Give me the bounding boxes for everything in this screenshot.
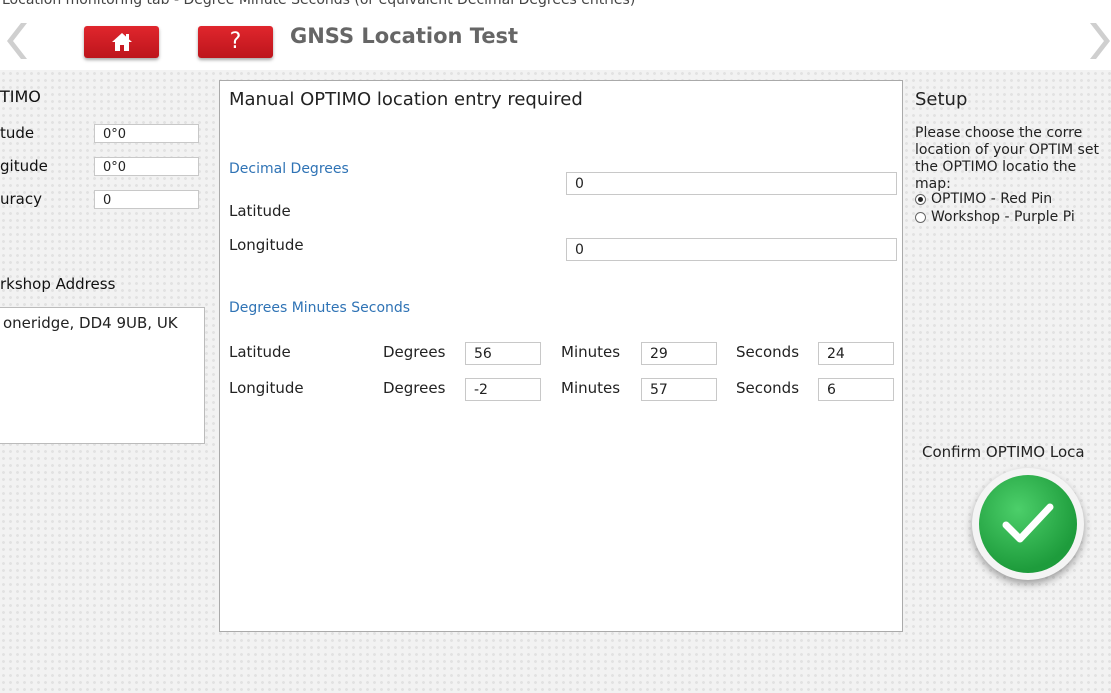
back-button[interactable]	[2, 18, 30, 64]
home-button[interactable]	[84, 26, 159, 58]
workshop-address-heading: rkshop Address	[0, 275, 116, 293]
header-bar	[0, 14, 1111, 70]
help-button[interactable]: ?	[198, 26, 273, 58]
option-optimo-label: OPTIMO - Red Pin	[931, 191, 1053, 207]
decimal-longitude-label: Longitude	[229, 236, 304, 254]
longitude-field: 0°0	[94, 157, 199, 176]
option-optimo-red-pin[interactable]: OPTIMO - Red Pin	[915, 191, 1052, 207]
dms-longitude-seconds-input[interactable]: 6	[818, 378, 894, 401]
confirm-button-face	[979, 475, 1077, 573]
dms-latitude-label: Latitude	[229, 343, 291, 361]
decimal-latitude-label: Latitude	[229, 202, 291, 220]
accuracy-label: uracy	[0, 190, 42, 208]
chevron-left-icon	[7, 23, 27, 59]
dms-longitude-minutes-input[interactable]: 57	[641, 378, 717, 401]
dms-latitude-degrees-input[interactable]: 56	[465, 342, 541, 365]
checkmark-icon	[1002, 503, 1054, 543]
help-button-label: ?	[229, 29, 242, 54]
dms-longitude-seconds-label: Seconds	[736, 379, 800, 397]
dms-latitude-minutes-input[interactable]: 29	[641, 342, 717, 365]
home-icon	[111, 33, 132, 51]
dms-latitude-degrees-label: Degrees	[383, 343, 446, 361]
workshop-address-text: oneridge, DD4 9UB, UK	[3, 314, 178, 332]
option-workshop-purple-pin[interactable]: Workshop - Purple Pi	[915, 209, 1075, 225]
chevron-right-icon	[1090, 23, 1110, 59]
left-panel-heading: TIMO	[0, 87, 41, 106]
latitude-label: tude	[0, 124, 35, 142]
dms-longitude-label: Longitude	[229, 379, 304, 397]
forward-button[interactable]	[1087, 18, 1111, 64]
accuracy-field: 0	[94, 190, 199, 209]
setup-heading: Setup	[915, 89, 968, 110]
latitude-field: 0°0	[94, 124, 199, 143]
radio-selected-icon[interactable]	[915, 193, 926, 205]
manual-entry-heading: Manual OPTIMO location entry required	[229, 89, 583, 110]
workshop-address-box: oneridge, DD4 9UB, UK	[0, 307, 205, 444]
dms-latitude-seconds-input[interactable]: 24	[818, 342, 894, 365]
dms-latitude-seconds-label: Seconds	[736, 343, 800, 361]
top-caption: Location monitoring tab - Degree Minute …	[2, 0, 636, 8]
longitude-label: gitude	[0, 157, 48, 175]
decimal-latitude-input[interactable]: 0	[566, 172, 897, 195]
page-title: GNSS Location Test	[290, 24, 519, 48]
decimal-degrees-title: Decimal Degrees	[229, 161, 349, 177]
dms-longitude-degrees-input[interactable]: -2	[465, 378, 541, 401]
confirm-location-label: Confirm OPTIMO Loca	[922, 443, 1085, 461]
setup-instructions: Please choose the corre location of your…	[915, 125, 1099, 192]
dms-longitude-minutes-label: Minutes	[561, 379, 621, 397]
option-workshop-label: Workshop - Purple Pi	[931, 209, 1075, 225]
top-caption-strip: Location monitoring tab - Degree Minute …	[0, 0, 1111, 14]
decimal-longitude-input[interactable]: 0	[566, 238, 897, 261]
confirm-location-button[interactable]	[972, 468, 1084, 580]
dms-latitude-minutes-label: Minutes	[561, 343, 621, 361]
radio-unselected-icon[interactable]	[915, 211, 926, 223]
dms-title: Degrees Minutes Seconds	[229, 300, 411, 316]
dms-longitude-degrees-label: Degrees	[383, 379, 446, 397]
